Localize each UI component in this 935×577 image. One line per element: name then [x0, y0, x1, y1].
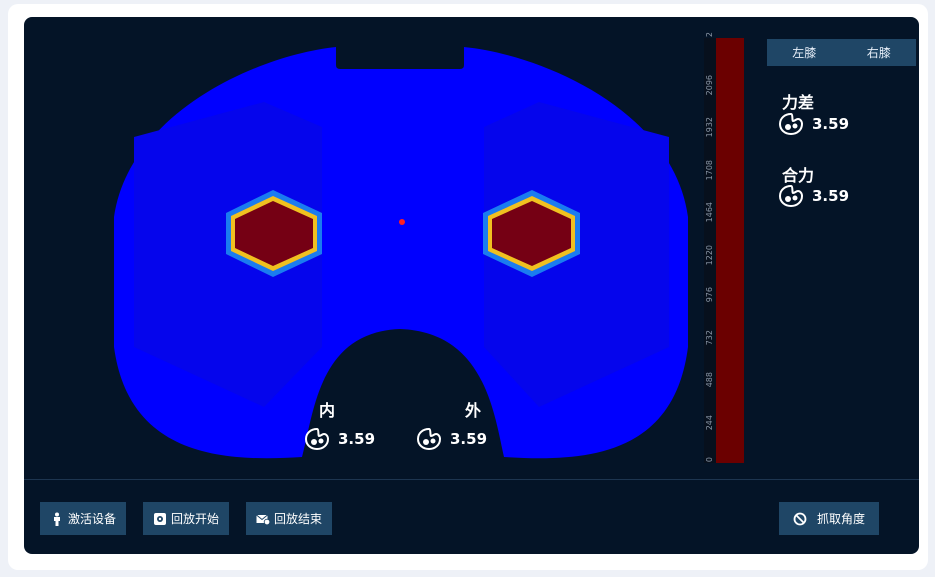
gear-icon: [153, 512, 166, 525]
scale-tick: 1708: [705, 159, 714, 180]
resultant-value: 3.59: [812, 187, 850, 205]
medial-label: 内: [319, 401, 336, 420]
force-diff-label: 力差: [782, 93, 815, 112]
lateral-value: 3.59: [450, 430, 488, 448]
replay-start-label: 回放开始: [170, 512, 219, 526]
replay-end-button[interactable]: 回放结束: [246, 502, 332, 535]
lateral-row: 3.59: [416, 427, 487, 451]
scale-tick: 2096: [705, 74, 714, 95]
ban-icon: [793, 512, 807, 525]
force-diff-value: 3.59: [812, 115, 850, 133]
lateral-label: 外: [465, 401, 482, 420]
scale-tick: 1932: [705, 117, 714, 138]
activate-device-button[interactable]: 激活设备: [40, 502, 126, 535]
pressure-panel: 2 2096 1932 1708 1464 1220 976 732 488 244 0 左膝 右膝…: [24, 17, 919, 554]
capture-angle-button[interactable]: 抓取角度: [779, 502, 879, 535]
capture-angle-label: 抓取角度: [816, 512, 865, 526]
mail-check-icon: [256, 514, 270, 525]
tab-right-knee[interactable]: 右膝: [842, 39, 917, 66]
medial-row: 3.59: [304, 427, 375, 451]
force-diff-row: 3.59: [778, 112, 849, 136]
person-icon: [53, 512, 60, 526]
resultant-label: 合力: [782, 166, 815, 185]
scale-tick: 976: [705, 287, 714, 303]
resultant-row: 3.59: [778, 184, 849, 208]
knee-icon: [778, 112, 804, 136]
scale-tick: 0: [705, 457, 714, 463]
scale-tick: 244: [705, 414, 714, 430]
knee-icon: [778, 184, 804, 208]
medial-value: 3.59: [338, 430, 376, 448]
replay-end-label: 回放结束: [273, 512, 322, 526]
replay-start-button[interactable]: 回放开始: [143, 502, 229, 535]
scale-tick: 488: [705, 372, 714, 388]
scale-tick: 1220: [705, 244, 714, 265]
activate-device-label: 激活设备: [67, 512, 116, 526]
knee-icon: [416, 427, 442, 451]
tab-left-knee[interactable]: 左膝: [767, 39, 842, 66]
center-point: [399, 219, 405, 225]
knee-pressure-heatmap: [114, 47, 688, 459]
knee-tabs: 左膝 右膝: [767, 39, 916, 66]
knee-icon: [304, 427, 330, 451]
footer-divider: [24, 479, 919, 480]
pressure-scale-bar: [716, 38, 744, 463]
scale-tick: 2: [705, 32, 714, 38]
scale-tick: 732: [705, 329, 714, 345]
scale-tick: 1464: [705, 202, 714, 223]
